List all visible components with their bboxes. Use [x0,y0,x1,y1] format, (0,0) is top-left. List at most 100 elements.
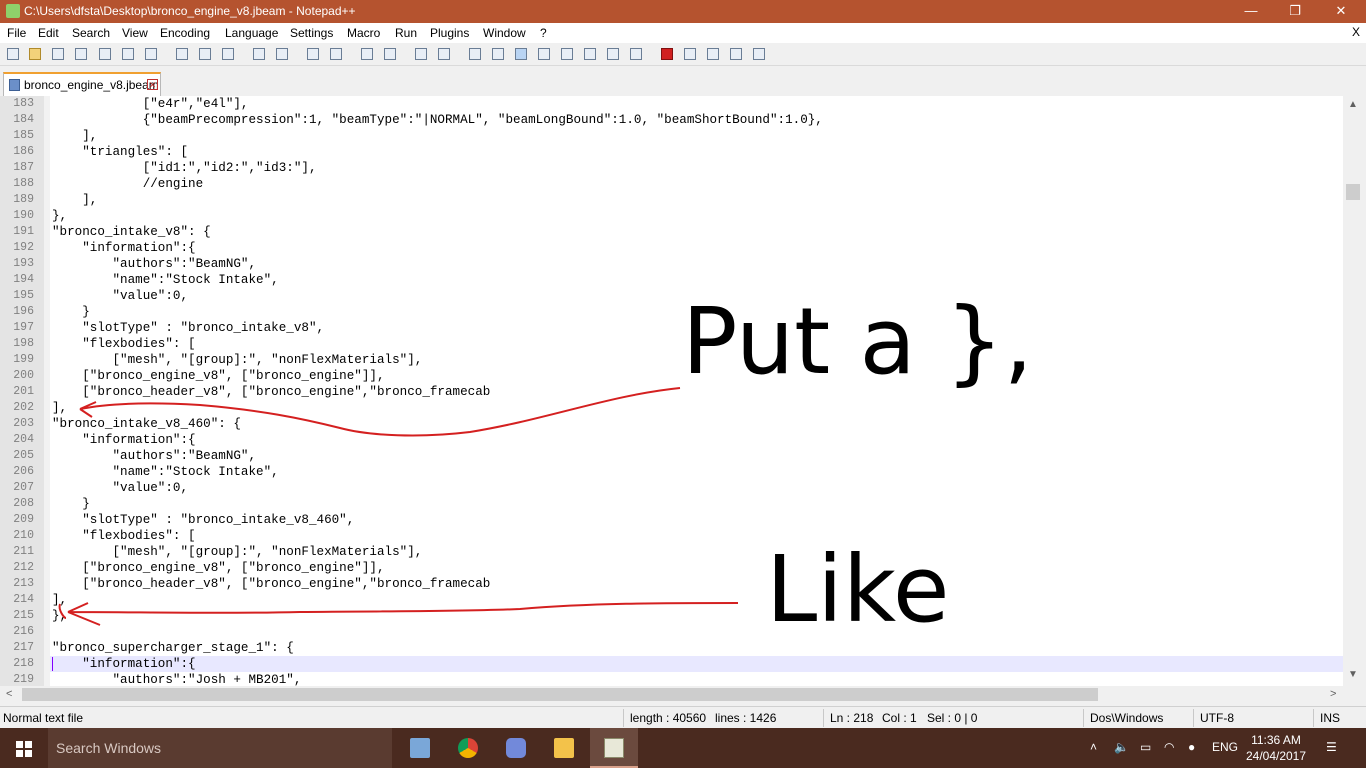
code-line[interactable]: 212 ["bronco_engine_v8", ["bronco_engine… [0,560,1343,576]
zoom-out-icon[interactable] [382,46,398,62]
replace-icon[interactable] [328,46,344,62]
menu-plugins[interactable]: Plugins [430,26,469,40]
code-line[interactable]: 196 } [0,304,1343,320]
code-line[interactable]: 186 "triangles": [ [0,144,1343,160]
tab-close-icon[interactable]: ✕ [147,79,158,90]
eye-icon[interactable] [628,46,644,62]
wifi-icon[interactable]: ◠ [1164,740,1174,754]
code-line[interactable]: 183 ["e4r","e4l"], [0,96,1343,112]
zoom-in-icon[interactable] [359,46,375,62]
code-line[interactable]: 195 "value":0, [0,288,1343,304]
find-icon[interactable] [305,46,321,62]
horizontal-scroll-thumb[interactable] [22,688,1098,701]
code-line[interactable]: 215}, [0,608,1343,624]
code-line[interactable]: 202], [0,400,1343,416]
print-icon[interactable] [143,46,159,62]
scroll-right-icon[interactable]: > [1330,688,1336,700]
open-file-icon[interactable] [27,46,43,62]
code-line[interactable]: 190}, [0,208,1343,224]
taskbar-app-discord[interactable] [492,728,540,768]
save-icon[interactable] [50,46,66,62]
weather-icon[interactable]: ● [1188,740,1195,754]
code-line[interactable]: 208 } [0,496,1343,512]
close-all-icon[interactable] [120,46,136,62]
menu-language[interactable]: Language [225,26,278,40]
close-document-button[interactable]: X [1352,25,1360,39]
monitor-icon[interactable] [605,46,621,62]
vertical-scroll-thumb[interactable] [1346,184,1360,200]
chevron-up-icon[interactable]: ˄ [1090,740,1097,754]
sync-horizontal-icon[interactable] [436,46,452,62]
clock[interactable]: 11:36 AM 24/04/2017 [1240,732,1312,764]
code-line[interactable]: 197 "slotType" : "bronco_intake_v8", [0,320,1343,336]
menu-file[interactable]: File [7,26,26,40]
word-wrap-icon[interactable] [467,46,483,62]
taskbar-app-chrome[interactable] [444,728,492,768]
horizontal-scrollbar[interactable]: < > [0,686,1343,704]
menu-macro[interactable]: Macro [347,26,380,40]
save-all-icon[interactable] [73,46,89,62]
sync-vertical-icon[interactable] [413,46,429,62]
stop-macro-icon[interactable] [682,46,698,62]
maximize-button[interactable]: ❐ [1272,0,1318,23]
menu-settings[interactable]: Settings [290,26,333,40]
scroll-down-icon[interactable]: ▼ [1348,669,1358,680]
scroll-left-icon[interactable]: < [6,688,12,700]
menu-run[interactable]: Run [395,26,417,40]
doc-map-icon[interactable] [536,46,552,62]
vertical-scrollbar[interactable]: ▲ ▼ [1343,96,1366,686]
save-macro-icon[interactable] [751,46,767,62]
show-all-chars-icon[interactable] [490,46,506,62]
menu-edit[interactable]: Edit [38,26,59,40]
tab-bronco-engine[interactable]: bronco_engine_v8.jbeam ✕ [3,72,161,96]
close-icon[interactable] [97,46,113,62]
code-line[interactable]: 193 "authors":"BeamNG", [0,256,1343,272]
code-line[interactable]: 213 ["bronco_header_v8", ["bronco_engine… [0,576,1343,592]
scroll-up-icon[interactable]: ▲ [1348,99,1358,110]
code-line[interactable]: 187 ["id1:","id2:","id3:"], [0,160,1343,176]
taskbar-app-file-explorer[interactable] [540,728,588,768]
folder-workspace-icon[interactable] [582,46,598,62]
run-macro-multiple-icon[interactable] [728,46,744,62]
cut-icon[interactable] [174,46,190,62]
play-macro-icon[interactable] [705,46,721,62]
new-file-icon[interactable] [5,46,21,62]
undo-icon[interactable] [251,46,267,62]
close-window-button[interactable]: ✕ [1318,0,1364,23]
code-line[interactable]: 192 "information":{ [0,240,1343,256]
code-line[interactable]: 217 "bronco_supercharger_stage_1": { [0,640,1343,656]
code-line[interactable]: 184 {"beamPrecompression":1, "beamType":… [0,112,1343,128]
taskbar-app-computer[interactable] [396,728,444,768]
minimize-button[interactable]: — [1228,0,1274,23]
code-line[interactable]: 199 ["mesh", "[group]:", "nonFlexMateria… [0,352,1343,368]
code-line[interactable]: 203 "bronco_intake_v8_460": { [0,416,1343,432]
menu-search[interactable]: Search [72,26,110,40]
code-line[interactable]: 216 [0,624,1343,640]
code-line[interactable]: 200 ["bronco_engine_v8", ["bronco_engine… [0,368,1343,384]
record-macro-icon[interactable] [659,46,675,62]
code-line[interactable]: 210 "flexbodies": [ [0,528,1343,544]
menu-view[interactable]: View [122,26,148,40]
code-line[interactable]: 191 "bronco_intake_v8": { [0,224,1343,240]
code-line[interactable]: 204 "information":{ [0,432,1343,448]
code-line[interactable]: 214], [0,592,1343,608]
code-line[interactable]: 218 "information":{ [0,656,1343,672]
code-line[interactable]: 209 "slotType" : "bronco_intake_v8_460", [0,512,1343,528]
volume-icon[interactable]: 🔈 [1114,740,1129,754]
code-line[interactable]: 185 ], [0,128,1343,144]
code-line[interactable]: 189 ], [0,192,1343,208]
menu-encoding[interactable]: Encoding [160,26,210,40]
code-line[interactable]: 201 ["bronco_header_v8", ["bronco_engine… [0,384,1343,400]
code-line[interactable]: 188 //engine [0,176,1343,192]
indent-guide-icon[interactable] [513,46,529,62]
taskbar-search[interactable]: Search Windows [48,728,392,768]
code-line[interactable]: 207 "value":0, [0,480,1343,496]
code-line[interactable]: 194 "name":"Stock Intake", [0,272,1343,288]
code-line[interactable]: 205 "authors":"BeamNG", [0,448,1343,464]
start-button[interactable] [0,728,48,768]
battery-icon[interactable]: ▭ [1140,740,1151,754]
function-list-icon[interactable] [559,46,575,62]
code-line[interactable]: 206 "name":"Stock Intake", [0,464,1343,480]
copy-icon[interactable] [197,46,213,62]
notifications-icon[interactable]: ☰ [1326,740,1337,754]
